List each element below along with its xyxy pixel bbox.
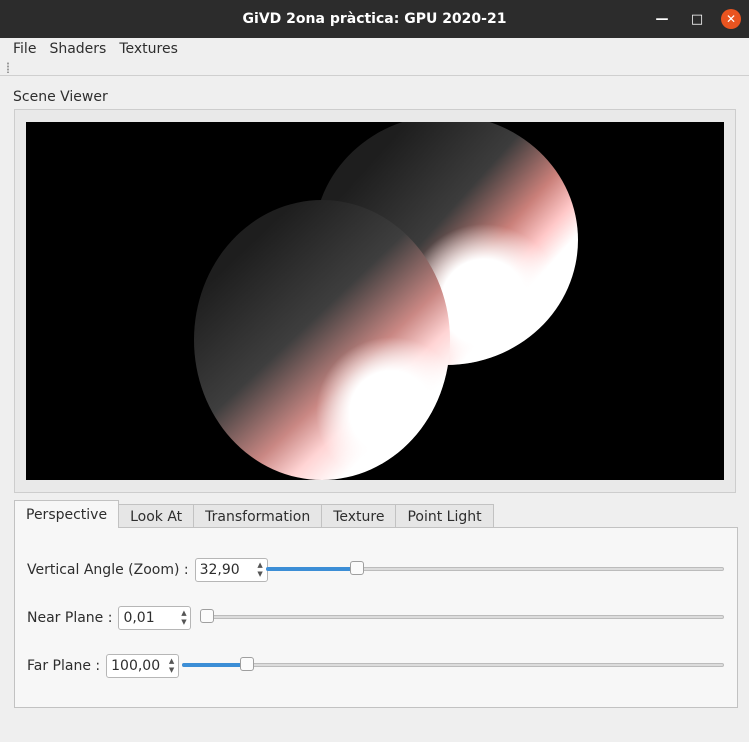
front-sphere-highlight [194, 200, 450, 480]
slider-track [200, 615, 724, 619]
far-plane-value[interactable]: 100,00 [107, 658, 160, 674]
perspective-panel: Vertical Angle (Zoom) : 32,90 ▲ ▼ Near Pl… [14, 527, 738, 708]
spin-arrows-icon[interactable]: ▲ ▼ [165, 655, 178, 677]
vertical-angle-row: Vertical Angle (Zoom) : 32,90 ▲ ▼ [27, 558, 268, 582]
tab-perspective[interactable]: Perspective [14, 500, 120, 528]
toolbar-grip-icon[interactable] [6, 62, 10, 73]
vertical-angle-value[interactable]: 32,90 [196, 562, 240, 578]
slider-handle[interactable] [350, 561, 364, 575]
near-plane-slider[interactable] [200, 608, 724, 626]
slider-handle[interactable] [240, 657, 254, 671]
spin-arrows-icon[interactable]: ▲ ▼ [254, 559, 267, 581]
near-plane-label: Near Plane : [27, 610, 113, 626]
title-bar: GiVD 2ona pràctica: GPU 2020-21 — □ ✕ [0, 0, 749, 38]
far-plane-spinbox[interactable]: 100,00 ▲ ▼ [106, 654, 180, 678]
near-plane-spinbox[interactable]: 0,01 ▲ ▼ [118, 606, 192, 630]
menu-shaders[interactable]: Shaders [43, 38, 112, 60]
slider-fill [182, 663, 247, 667]
slider-track [182, 663, 724, 667]
toolbar [0, 60, 749, 76]
tab-texture[interactable]: Texture [321, 504, 397, 528]
window-title: GiVD 2ona pràctica: GPU 2020-21 [242, 11, 507, 27]
tab-point-light[interactable]: Point Light [395, 504, 494, 528]
scene-viewer-label: Scene Viewer [13, 89, 108, 105]
scene-render [194, 122, 578, 480]
maximize-icon[interactable]: □ [688, 10, 706, 28]
menu-file[interactable]: File [1, 38, 42, 60]
spin-arrows-icon[interactable]: ▲ ▼ [177, 607, 190, 629]
near-plane-value[interactable]: 0,01 [119, 610, 154, 626]
tab-look-at[interactable]: Look At [118, 504, 195, 528]
scene-viewer-canvas[interactable] [26, 122, 724, 480]
menu-bar: File Shaders Textures [0, 38, 749, 60]
vertical-angle-label: Vertical Angle (Zoom) : [27, 562, 189, 578]
far-plane-slider[interactable] [182, 656, 724, 674]
vertical-angle-spinbox[interactable]: 32,90 ▲ ▼ [194, 558, 268, 582]
near-plane-row: Near Plane : 0,01 ▲ ▼ [27, 606, 192, 630]
tab-bar: Perspective Look At Transformation Textu… [14, 500, 494, 528]
far-plane-label: Far Plane : [27, 658, 101, 674]
menu-textures[interactable]: Textures [113, 38, 184, 60]
slider-fill [266, 567, 357, 571]
close-icon[interactable]: ✕ [721, 9, 741, 29]
slider-handle[interactable] [200, 609, 214, 623]
far-plane-row: Far Plane : 100,00 ▲ ▼ [27, 654, 180, 678]
tab-transformation[interactable]: Transformation [193, 504, 323, 528]
vertical-angle-slider[interactable] [266, 560, 724, 578]
minimize-icon[interactable]: — [653, 10, 671, 28]
